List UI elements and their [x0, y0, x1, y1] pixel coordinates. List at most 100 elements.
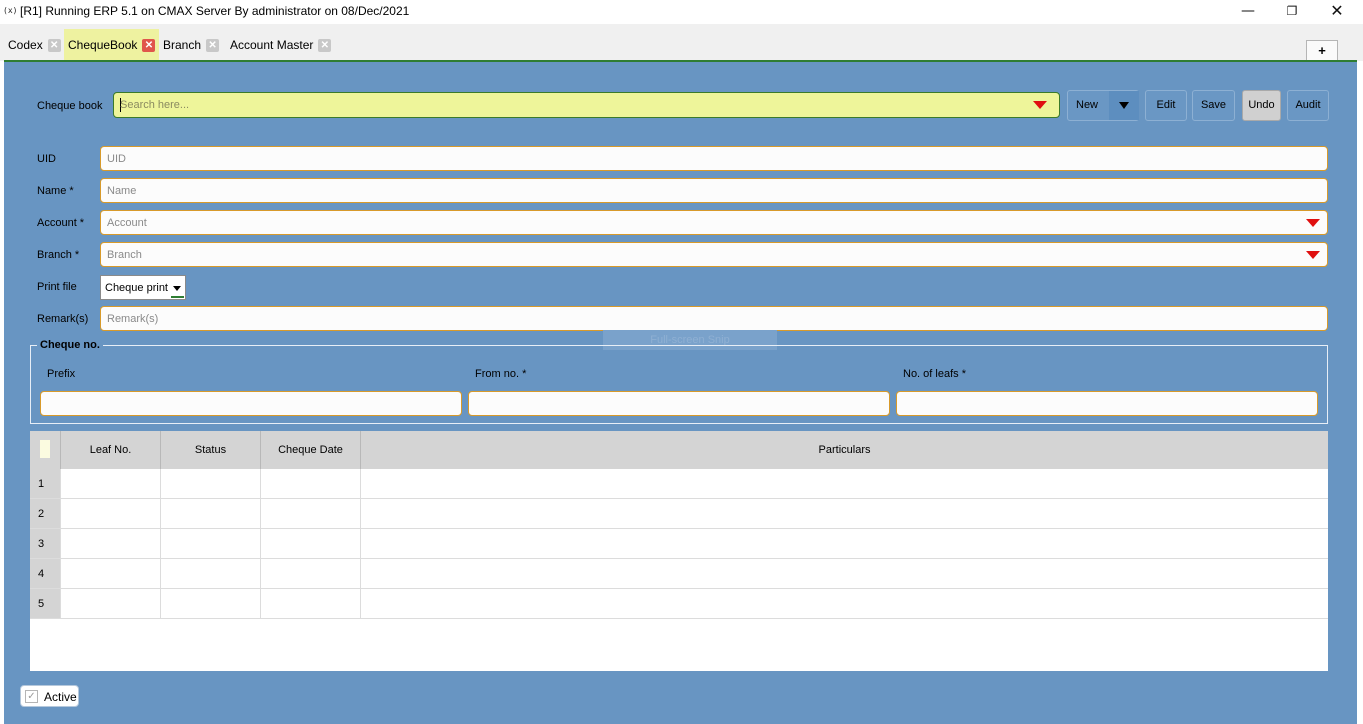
from-no-label: From no. * — [475, 368, 527, 380]
leaf-no-cell[interactable] — [60, 529, 160, 558]
table-row[interactable]: 4 — [30, 559, 1328, 589]
name-field[interactable]: Name — [100, 178, 1328, 203]
active-checkbox[interactable]: ✓ Active — [20, 685, 79, 707]
tab-label: Codex — [8, 38, 43, 52]
table-row[interactable]: 3 — [30, 529, 1328, 559]
status-cell[interactable] — [160, 469, 260, 498]
row-number: 5 — [30, 589, 60, 618]
uid-field[interactable]: UID — [100, 146, 1328, 171]
search-placeholder: Search here... — [120, 99, 190, 111]
name-label: Name * — [37, 185, 74, 197]
cheque-leaves-table[interactable]: Leaf No. Status Cheque Date Particulars … — [30, 431, 1328, 671]
cheque-date-cell[interactable] — [260, 469, 360, 498]
new-button-label: New — [1076, 99, 1099, 111]
cheque-date-cell[interactable] — [260, 589, 360, 618]
particulars-cell[interactable] — [360, 589, 1328, 618]
tab-close-icon[interactable]: ✕ — [47, 38, 61, 52]
chevron-down-icon — [1119, 102, 1129, 109]
cheque-no-legend: Cheque no. — [37, 339, 103, 351]
column-header-leaf-no[interactable]: Leaf No. — [60, 431, 160, 469]
account-field[interactable]: Account — [100, 210, 1328, 235]
remarks-placeholder: Remark(s) — [107, 313, 159, 325]
cheque-no-group: Cheque no. Prefix From no. * No. of leaf… — [30, 339, 1328, 424]
save-button[interactable]: Save — [1192, 90, 1235, 121]
account-label: Account * — [37, 217, 85, 229]
branch-field[interactable]: Branch — [100, 242, 1328, 267]
status-cell[interactable] — [160, 499, 260, 528]
audit-button[interactable]: Audit — [1287, 90, 1329, 121]
print-file-label: Print file — [37, 281, 77, 293]
undo-button[interactable]: Undo — [1242, 90, 1281, 121]
dropdown-arrow-icon[interactable] — [1033, 101, 1047, 109]
tab-bar: Codex ✕ ChequeBook ✕ Branch ✕ Account Ma… — [0, 24, 1363, 61]
prefix-field[interactable] — [40, 391, 462, 416]
print-file-value: Cheque print — [105, 282, 168, 294]
uid-placeholder: UID — [107, 153, 126, 165]
remarks-label: Remark(s) — [37, 313, 89, 325]
column-header-status[interactable]: Status — [160, 431, 260, 469]
tab-codex[interactable]: Codex ✕ — [4, 29, 65, 61]
checkmark-icon[interactable]: ✓ — [25, 690, 38, 703]
tab-close-icon[interactable]: ✕ — [318, 38, 332, 52]
tab-label: ChequeBook — [68, 38, 138, 52]
row-number: 2 — [30, 499, 60, 528]
tab-close-icon[interactable]: ✕ — [206, 38, 220, 52]
close-window-button[interactable]: ✕ — [1314, 0, 1360, 24]
leaf-no-cell[interactable] — [60, 559, 160, 588]
from-no-field[interactable] — [468, 391, 890, 416]
window-title: [R1] Running ERP 5.1 on CMAX Server By a… — [20, 4, 410, 18]
edit-button[interactable]: Edit — [1145, 90, 1187, 121]
row-number: 3 — [30, 529, 60, 558]
column-header-particulars[interactable]: Particulars — [360, 431, 1328, 469]
title-bar: (x) [R1] Running ERP 5.1 on CMAX Server … — [0, 0, 1363, 24]
chequebook-form-panel: Cheque book Search here... New Edit Save… — [4, 62, 1357, 724]
table-row[interactable]: 1 — [30, 469, 1328, 499]
chevron-down-icon — [173, 286, 181, 291]
tab-branch[interactable]: Branch ✕ — [159, 29, 223, 61]
prefix-label: Prefix — [47, 368, 76, 380]
tab-close-icon[interactable]: ✕ — [142, 38, 156, 52]
minimize-button[interactable]: — — [1225, 0, 1271, 24]
leaf-no-cell[interactable] — [60, 589, 160, 618]
active-label: Active — [44, 690, 77, 704]
tab-account-master[interactable]: Account Master ✕ — [226, 29, 335, 61]
dropdown-arrow-icon[interactable] — [1306, 219, 1320, 227]
chequebook-search-input[interactable]: Search here... — [113, 92, 1060, 118]
print-file-select[interactable]: Cheque print — [100, 275, 186, 300]
tab-label: Account Master — [230, 38, 314, 52]
particulars-cell[interactable] — [360, 529, 1328, 558]
leaf-no-cell[interactable] — [60, 469, 160, 498]
status-cell[interactable] — [160, 559, 260, 588]
branch-placeholder: Branch — [107, 249, 142, 261]
table-row[interactable]: 2 — [30, 499, 1328, 529]
particulars-cell[interactable] — [360, 469, 1328, 498]
name-placeholder: Name — [107, 185, 137, 197]
branch-label: Branch * — [37, 249, 80, 261]
cheque-date-cell[interactable] — [260, 559, 360, 588]
restore-button[interactable]: ❐ — [1269, 0, 1315, 24]
table-row[interactable]: 5 — [30, 589, 1328, 619]
no-of-leafs-label: No. of leafs * — [903, 368, 966, 380]
dropdown-arrow-icon[interactable] — [1306, 251, 1320, 259]
remarks-field[interactable]: Remark(s) — [100, 306, 1328, 331]
status-cell[interactable] — [160, 589, 260, 618]
select-all-cell[interactable] — [40, 440, 50, 458]
new-dropdown-toggle[interactable] — [1109, 91, 1139, 120]
row-number: 1 — [30, 469, 60, 498]
row-number: 4 — [30, 559, 60, 588]
tab-label: Branch — [163, 38, 202, 52]
status-cell[interactable] — [160, 529, 260, 558]
focus-underline — [171, 296, 184, 298]
tab-chequebook[interactable]: ChequeBook ✕ — [64, 29, 160, 61]
table-header: Leaf No. Status Cheque Date Particulars — [30, 431, 1328, 469]
column-header-cheque-date[interactable]: Cheque Date — [260, 431, 360, 469]
add-tab-button[interactable]: + — [1306, 40, 1338, 61]
particulars-cell[interactable] — [360, 559, 1328, 588]
cheque-date-cell[interactable] — [260, 499, 360, 528]
new-button[interactable]: New — [1067, 90, 1139, 121]
account-placeholder: Account — [107, 217, 147, 229]
cheque-date-cell[interactable] — [260, 529, 360, 558]
particulars-cell[interactable] — [360, 499, 1328, 528]
no-of-leafs-field[interactable] — [896, 391, 1318, 416]
leaf-no-cell[interactable] — [60, 499, 160, 528]
